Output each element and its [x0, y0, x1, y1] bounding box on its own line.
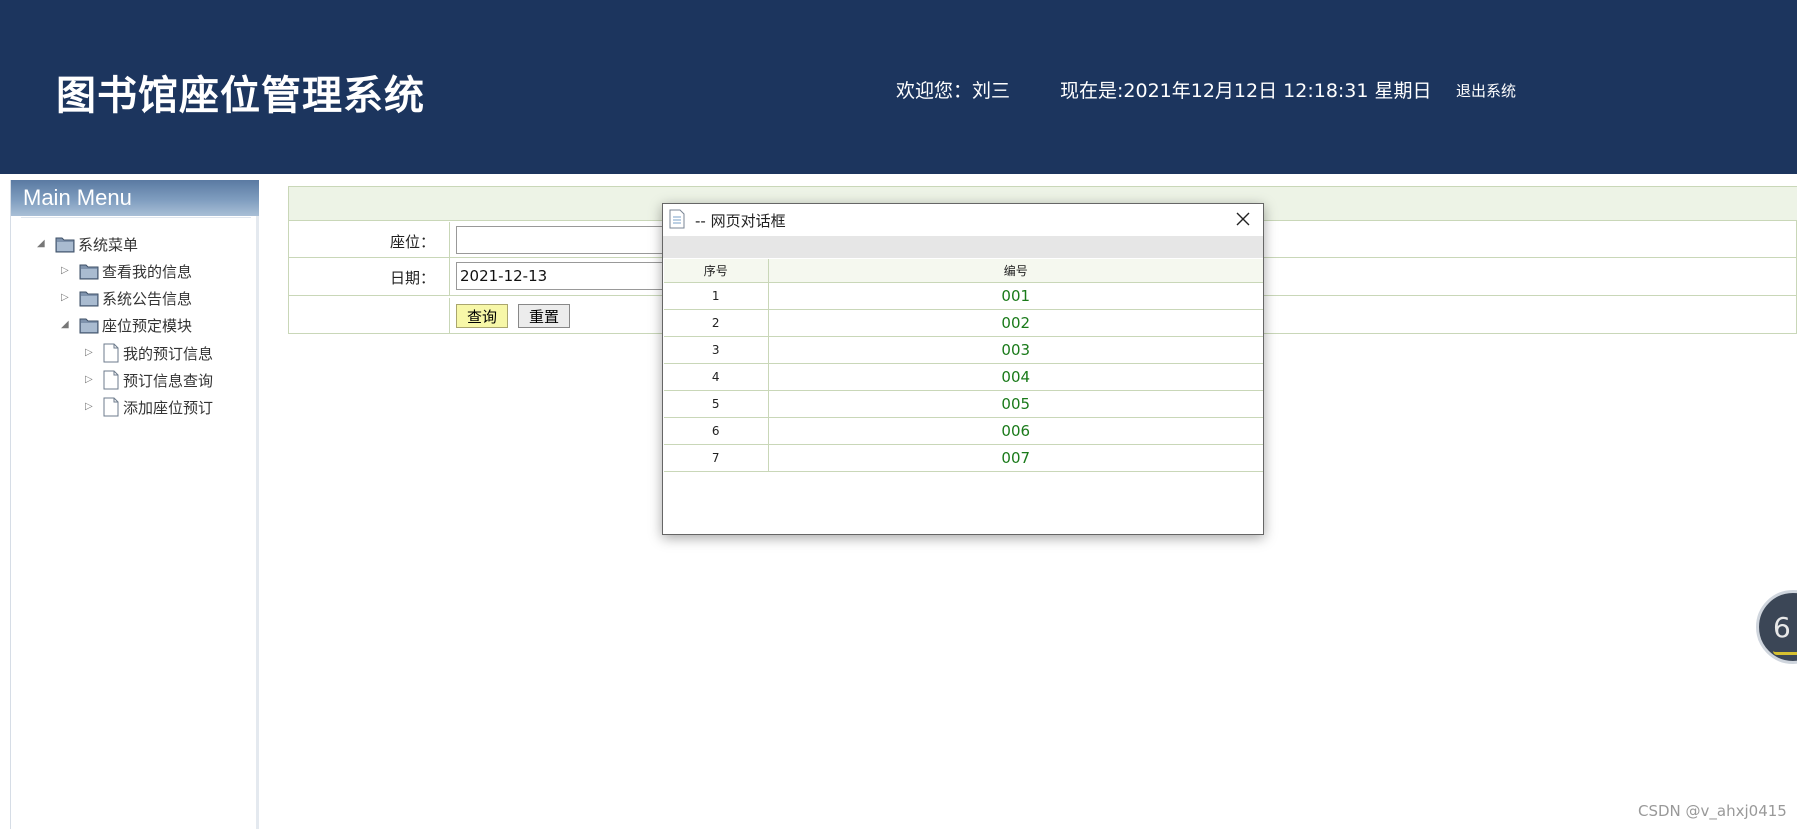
badge-arc-icon: [1773, 651, 1797, 655]
collapsed-arrow-icon[interactable]: ▷: [61, 292, 73, 304]
seat-label: 座位：: [389, 233, 435, 251]
table-header-row: 序号 编号: [664, 259, 1263, 283]
expanded-arrow-icon[interactable]: ◢: [37, 238, 49, 250]
collapsed-arrow-icon[interactable]: ▷: [85, 401, 97, 413]
folder-icon: [79, 318, 99, 334]
floating-widget-badge[interactable]: 6: [1756, 590, 1797, 664]
collapsed-arrow-icon[interactable]: ▷: [85, 374, 97, 386]
seat-code-link[interactable]: 003: [768, 336, 1263, 364]
seat-label-cell: 座位：: [289, 222, 450, 257]
dialog-toolbar: [663, 236, 1263, 258]
app-title: 图书馆座位管理系统: [56, 73, 425, 119]
seat-code-link[interactable]: 004: [768, 363, 1263, 391]
reset-button[interactable]: 重置: [518, 304, 571, 328]
collapsed-arrow-icon[interactable]: ▷: [61, 265, 73, 277]
table-row[interactable]: 5 005: [664, 390, 1263, 418]
tree-root-system-menu[interactable]: ◢ 系统菜单: [37, 233, 138, 255]
folder-icon: [79, 291, 99, 307]
tree-label: 添加座位预订: [123, 398, 214, 417]
seat-code-link[interactable]: 005: [768, 390, 1263, 418]
sidebar-item-my-bookings[interactable]: ▷ 我的预订信息: [85, 342, 213, 364]
seat-table: 序号 编号 1 001 2 002 3 003 4 004 5 005 6 00…: [664, 259, 1263, 472]
sidebar: Main Menu ◢ 系统菜单 ▷ 查看我的信息 ▷ 系统公告信息 ◢ 座位预…: [10, 180, 259, 829]
watermark-text: CSDN @v_ahxj0415: [1638, 802, 1787, 820]
sidebar-item-booking-search[interactable]: ▷ 预订信息查询: [85, 369, 213, 391]
menu-divider: [21, 217, 251, 218]
file-icon: [103, 397, 119, 417]
table-row[interactable]: 4 004: [664, 363, 1263, 391]
welcome-text: 欢迎您：刘三: [896, 80, 1011, 102]
table-row[interactable]: 2 002: [664, 309, 1263, 337]
button-row-spacer: [289, 298, 450, 334]
row-index: 6: [664, 417, 769, 445]
row-index: 4: [664, 363, 769, 391]
tree-label: 系统菜单: [78, 235, 139, 254]
column-header-index: 序号: [664, 259, 769, 283]
tree-label: 预订信息查询: [123, 371, 214, 390]
sidebar-item-seat-booking[interactable]: ◢ 座位预定模块: [61, 314, 192, 336]
close-icon[interactable]: [1233, 209, 1253, 229]
file-icon: [103, 370, 119, 390]
seat-code-link[interactable]: 002: [768, 309, 1263, 337]
row-index: 3: [664, 336, 769, 364]
seat-input[interactable]: [456, 226, 676, 254]
file-icon: [103, 343, 119, 363]
query-button[interactable]: 查询: [456, 304, 509, 328]
current-time: 现在是:2021年12月12日 12:18:31 星期日: [1060, 80, 1432, 102]
sidebar-item-add-booking[interactable]: ▷ 添加座位预订: [85, 396, 213, 418]
row-index: 5: [664, 390, 769, 418]
date-label-cell: 日期：: [289, 258, 450, 295]
logout-link[interactable]: 退出系统: [1456, 80, 1516, 101]
top-header: 图书馆座位管理系统 欢迎您：刘三 现在是:2021年12月12日 12:18:3…: [0, 0, 1797, 174]
dialog-titlebar[interactable]: -- 网页对话框: [663, 204, 1263, 235]
tree-label: 我的预订信息: [123, 344, 214, 363]
date-input[interactable]: [456, 262, 676, 290]
row-index: 7: [664, 444, 769, 472]
tree-label: 座位预定模块: [102, 316, 193, 335]
dialog-title: -- 网页对话框: [695, 212, 786, 230]
sidebar-item-my-info[interactable]: ▷ 查看我的信息: [61, 260, 192, 282]
table-row[interactable]: 6 006: [664, 417, 1263, 445]
seat-code-link[interactable]: 007: [768, 444, 1263, 472]
table-row[interactable]: 1 001: [664, 282, 1263, 310]
table-row[interactable]: 7 007: [664, 444, 1263, 472]
row-index: 2: [664, 309, 769, 337]
seat-code-link[interactable]: 006: [768, 417, 1263, 445]
seat-code-link[interactable]: 001: [768, 282, 1263, 310]
tree-label: 系统公告信息: [102, 289, 193, 308]
row-index: 1: [664, 282, 769, 310]
seat-picker-dialog: -- 网页对话框 序号 编号 1 001 2 002 3 003 4 004 5…: [662, 203, 1264, 535]
page-root: 图书馆座位管理系统 欢迎您：刘三 现在是:2021年12月12日 12:18:3…: [0, 0, 1797, 829]
main-menu-header: Main Menu: [11, 180, 259, 216]
folder-icon: [55, 237, 75, 253]
document-icon: [669, 209, 685, 229]
badge-count: 6: [1773, 611, 1791, 644]
sidebar-item-announcements[interactable]: ▷ 系统公告信息: [61, 287, 192, 309]
column-header-code: 编号: [768, 259, 1263, 283]
tree-label: 查看我的信息: [102, 262, 193, 281]
folder-icon: [79, 264, 99, 280]
expanded-arrow-icon[interactable]: ◢: [61, 319, 73, 331]
main-menu-title: Main Menu: [23, 185, 132, 210]
date-label: 日期：: [389, 269, 435, 287]
table-row[interactable]: 3 003: [664, 336, 1263, 364]
collapsed-arrow-icon[interactable]: ▷: [85, 347, 97, 359]
